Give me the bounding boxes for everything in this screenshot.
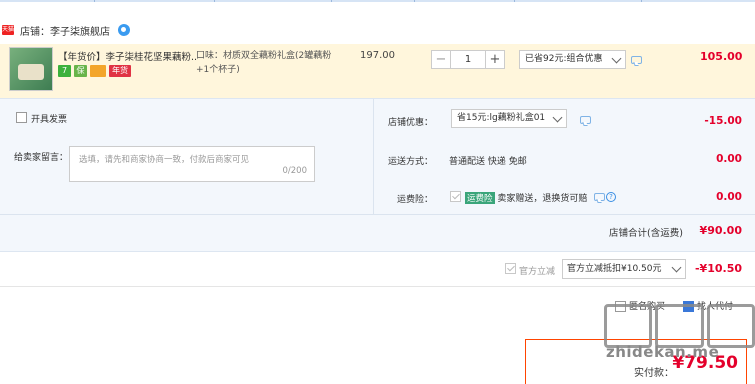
watermark-logo: [604, 304, 755, 348]
unit-price: 197.00: [360, 50, 395, 61]
wangwang-chat-icon[interactable]: [118, 24, 130, 36]
coupon-amount: -15.00: [704, 115, 742, 127]
official-discount-amount: -¥10.50: [694, 262, 742, 275]
invoice-checkbox[interactable]: [16, 112, 27, 123]
coupon-label: 店铺优惠：: [387, 118, 433, 128]
quantity-stepper: − 1 +: [431, 50, 505, 69]
memo-label: 给卖家留言：: [14, 153, 69, 163]
product-badges: 7 保 年货: [58, 65, 131, 77]
freight-insurance-tag: 运费险: [465, 192, 495, 204]
store-total-label: 店铺合计(含运费): [609, 228, 683, 239]
product-title[interactable]: 【年货价】李子柒桂花坚果藕粉...: [58, 49, 196, 63]
quantity-minus-button[interactable]: −: [431, 50, 451, 69]
invoice-label: 开具发票: [31, 115, 68, 125]
seven-day-return-icon[interactable]: 7: [58, 65, 71, 77]
quantity-input[interactable]: 1: [451, 50, 485, 69]
freight-insurance-amount: 0.00: [716, 191, 742, 203]
official-discount-value: 官方立减抵扣¥10.50元: [567, 264, 662, 274]
official-discount-checkbox[interactable]: [505, 263, 516, 274]
shipping-amount: 0.00: [716, 153, 742, 165]
comment-icon[interactable]: [631, 56, 642, 64]
pay-label: 实付款：: [634, 368, 674, 379]
chevron-down-icon: [671, 262, 682, 273]
order-item-row: 【年货价】李子柒桂花坚果藕粉... 7 保 年货 口味：材质双全藕粉礼盒(2罐藕…: [0, 44, 755, 98]
quantity-plus-button[interactable]: +: [485, 50, 505, 69]
coupon-select[interactable]: 省15元:lg藕粉礼盒01: [451, 109, 567, 128]
guarantee-icon[interactable]: 保: [74, 65, 87, 77]
store-total-amount: ¥90.00: [699, 224, 742, 237]
store-header: 天猫 店铺：李子柒旗舰店: [0, 18, 130, 42]
chevron-down-icon: [611, 53, 622, 64]
memo-char-count: 0/200: [282, 166, 308, 176]
new-year-badge: 年货: [109, 65, 131, 77]
freight-insurance-label: 运费险：: [396, 195, 433, 205]
watermark-text: zhidekan.me: [606, 343, 720, 361]
official-discount-row: 官方立减 官方立减抵扣¥10.50元 -¥10.50: [0, 253, 755, 287]
seller-memo-field[interactable]: 选填，请先和商家协商一致，付款后商家可见 0/200: [69, 146, 315, 182]
shipping-value: 普通配送 快递 免邮: [449, 157, 527, 167]
tmall-logo-icon: 天猫: [2, 25, 15, 35]
order-options-panel: 开具发票 给卖家留言： 选填，请先和商家协商一致，付款后商家可见 0/200 店…: [0, 98, 755, 252]
product-thumbnail[interactable]: [9, 47, 53, 91]
shipping-label: 运送方式：: [387, 157, 433, 167]
memo-placeholder: 选填，请先和商家协商一致，付款后商家可见: [79, 155, 250, 165]
row-divider: [0, 214, 755, 215]
comment-icon[interactable]: [580, 116, 591, 124]
freight-insurance-value: 运费险 卖家赠送，退换货可赔: [465, 191, 587, 204]
store-name[interactable]: 店铺：李子柒旗舰店: [20, 23, 110, 38]
help-icon[interactable]: ?: [606, 192, 616, 202]
item-promo-select[interactable]: 已省92元:组合优惠: [519, 50, 626, 69]
chevron-down-icon: [552, 112, 563, 123]
credit-card-icon[interactable]: [90, 65, 106, 77]
item-promo-value: 已省92元:组合优惠: [525, 54, 603, 64]
item-subtotal: 105.00: [700, 50, 743, 63]
freight-insurance-checkbox[interactable]: [450, 191, 461, 202]
official-discount-select[interactable]: 官方立减抵扣¥10.50元: [562, 259, 686, 279]
product-spec: 口味：材质双全藕粉礼盒(2罐藕粉+1个杯子): [196, 51, 332, 75]
top-divider: [0, 0, 755, 2]
coupon-value: 省15元:lg藕粉礼盒01: [457, 113, 546, 123]
comment-icon[interactable]: [594, 193, 605, 201]
official-discount-label: 官方立减: [519, 267, 556, 277]
freight-insurance-desc: 卖家赠送，退换货可赔: [497, 194, 588, 204]
